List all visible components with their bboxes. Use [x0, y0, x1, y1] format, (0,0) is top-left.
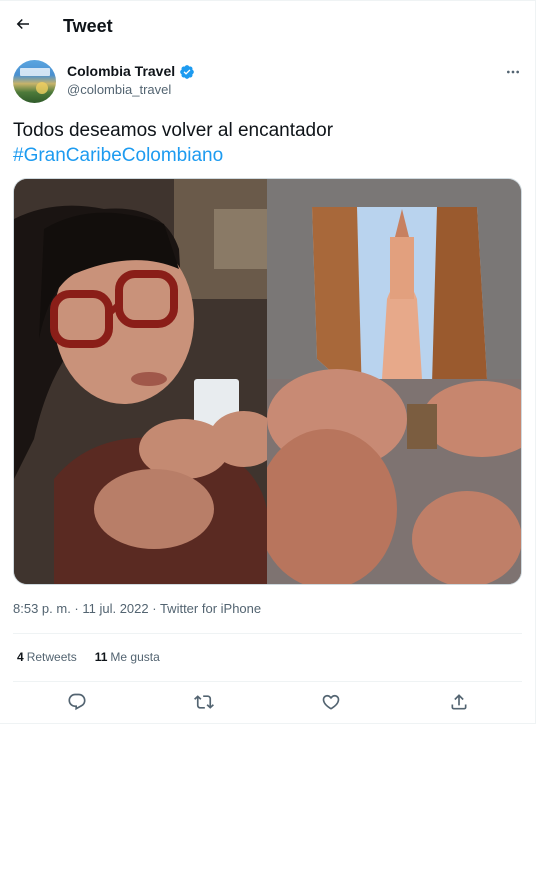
share-button[interactable]	[447, 690, 471, 714]
tweet-text: Todos deseamos volver al encantador #Gra…	[13, 118, 513, 168]
woman-with-glasses-photo	[14, 179, 279, 584]
back-button[interactable]	[8, 9, 38, 39]
media-photo-left	[14, 179, 279, 584]
likes-stat[interactable]: 11 Me gusta	[95, 650, 160, 665]
engagement-stats: 4 Retweets 11 Me gusta	[17, 650, 178, 665]
page-title: Tweet	[63, 16, 113, 36]
tweet-actions	[13, 688, 522, 716]
like-button[interactable]	[319, 690, 343, 714]
heart-icon	[322, 694, 340, 710]
author-handle[interactable]: @colombia_travel	[67, 82, 171, 98]
author-avatar[interactable]	[13, 60, 56, 103]
tweet-media[interactable]	[13, 178, 522, 585]
tweet-timestamp[interactable]: 8:53 p. m. · 11 jul. 2022	[13, 601, 149, 616]
reply-button[interactable]	[65, 690, 89, 714]
main-column: Tweet Colombia Travel @colombia_travel T…	[0, 0, 536, 724]
more-options-icon	[507, 70, 519, 74]
retweet-icon	[194, 695, 214, 709]
likes-count: 11	[94, 650, 108, 664]
retweets-count: 4	[17, 650, 24, 664]
retweets-label: Retweets	[26, 650, 77, 664]
tweet-page: Tweet Colombia Travel @colombia_travel T…	[0, 0, 544, 872]
retweets-stat[interactable]: 4 Retweets	[17, 650, 77, 665]
author-name[interactable]: Colombia Travel	[67, 63, 195, 80]
avatar-logo	[20, 68, 50, 76]
divider	[13, 633, 522, 634]
likes-label: Me gusta	[110, 650, 160, 664]
arrow-left-icon	[16, 18, 29, 30]
media-photo-right	[257, 179, 521, 584]
meta-separator: ·	[148, 601, 160, 616]
retweet-button[interactable]	[192, 690, 216, 714]
avatar-decor	[36, 82, 48, 94]
divider	[13, 681, 522, 682]
reply-icon	[68, 693, 86, 711]
hashtag-link[interactable]: #GranCaribeColombiano	[13, 143, 513, 168]
verified-badge-icon	[180, 64, 194, 79]
tweet-source[interactable]: Twitter for iPhone	[160, 601, 261, 616]
author-name-text: Colombia Travel	[67, 63, 176, 79]
more-options-button[interactable]	[500, 60, 526, 84]
share-icon	[451, 694, 467, 710]
tweet-meta: 8:53 p. m. · 11 jul. 2022 · Twitter for …	[13, 601, 261, 617]
cartagena-cathedral-photo	[257, 179, 521, 584]
tweet-body: Todos deseamos volver al encantador	[13, 120, 334, 141]
top-bar: Tweet	[0, 0, 536, 48]
